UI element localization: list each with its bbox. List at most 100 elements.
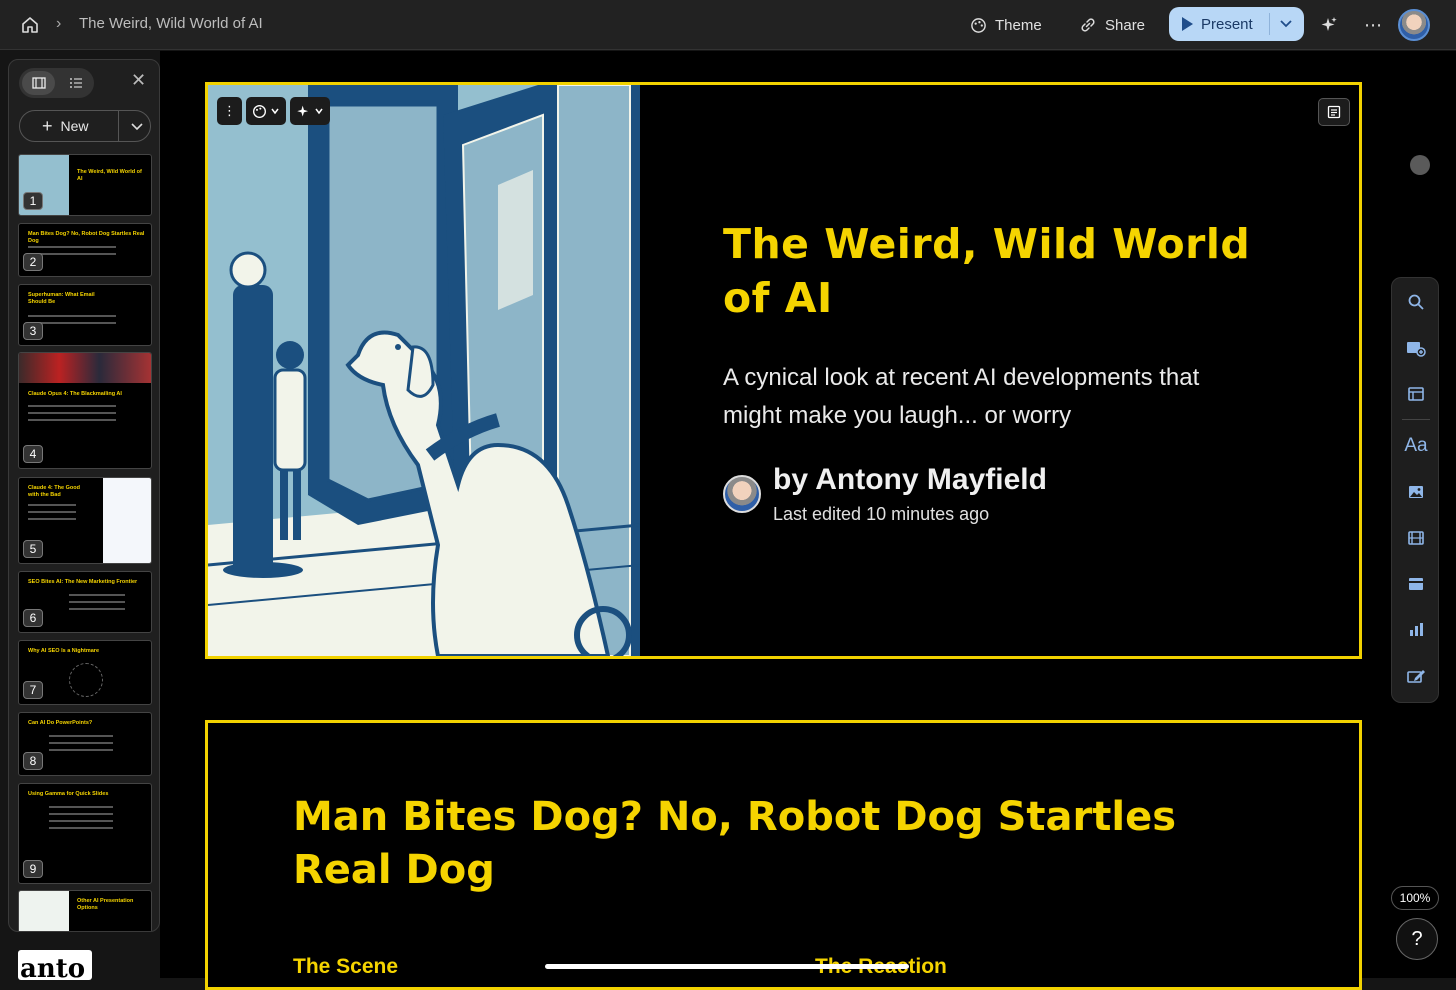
thumbnail-title: Claude Opus 4: The Blackmailing AI (28, 391, 122, 397)
slide-title[interactable]: Man Bites Dog? No, Robot Dog Startles Re… (293, 791, 1253, 897)
thumbnail-image (19, 891, 69, 931)
chevron-down-icon[interactable] (1277, 14, 1295, 32)
close-icon[interactable]: ✕ (131, 70, 146, 91)
view-toggle (19, 68, 94, 98)
play-icon (1182, 17, 1193, 31)
thumbnail-title: Other AI Presentation Options (77, 898, 134, 911)
ai-sparkle-button[interactable] (1320, 12, 1338, 38)
slide-thumbnail-4[interactable]: Claude Opus 4: The Blackmailing AI 4 (18, 352, 152, 469)
embed-icon[interactable] (1404, 572, 1428, 596)
column-heading-scene[interactable]: The Scene (293, 955, 398, 979)
slide-card-2[interactable]: Man Bites Dog? No, Robot Dog Startles Re… (205, 720, 1362, 990)
thumbnail-title: Why AI SEO Is a Nightmare (28, 648, 100, 654)
new-label: New (60, 118, 89, 134)
text-icon[interactable]: Aa (1404, 434, 1428, 458)
thumbnail-title: Claude 4: The Good with the Bad (28, 485, 80, 498)
thumbnail-number: 9 (23, 860, 43, 878)
video-icon[interactable] (1404, 526, 1428, 550)
chevron-down-icon (271, 108, 279, 115)
theme-button[interactable]: Theme (970, 12, 1042, 38)
thumbnail-image (103, 478, 151, 563)
slide-thumbnail-8[interactable]: Can AI Do PowerPoints? 8 (18, 712, 152, 776)
card-notes-icon[interactable] (1318, 98, 1350, 126)
thumbnail-title: Using Gamma for Quick Slides (28, 791, 109, 797)
thumbnail-number: 2 (23, 253, 43, 271)
share-label: Share (1105, 16, 1146, 34)
thumbnail-number: 3 (23, 322, 43, 340)
palette-icon (971, 17, 986, 33)
slide-thumbnail-9[interactable]: Using Gamma for Quick Slides 9 (18, 783, 152, 884)
thumbnail-number: 1 (23, 192, 43, 210)
thumbnail-title: Can AI Do PowerPoints? (28, 720, 93, 726)
slide-thumbnail-5[interactable]: Claude 4: The Good with the Bad 5 (18, 477, 152, 564)
new-divider (118, 111, 119, 141)
present-divider (1269, 13, 1270, 35)
toolbar-divider (1402, 419, 1430, 420)
thumbnail-number: 4 (23, 445, 43, 463)
card-menu-icon[interactable]: ⋮ (217, 97, 242, 125)
more-options-icon[interactable]: ⋯ (1364, 12, 1382, 38)
thumbnail-view-icon[interactable] (22, 71, 55, 95)
chevron-down-icon[interactable] (128, 117, 146, 135)
card-style-button[interactable] (246, 97, 286, 125)
search-icon[interactable] (1404, 290, 1428, 314)
slide-thumbnail-2[interactable]: Man Bites Dog? No, Robot Dog Startles Re… (18, 223, 152, 277)
thumbnail-number: 5 (23, 540, 43, 558)
thumbnail-body (49, 806, 129, 834)
thumbnail-body (28, 504, 88, 525)
thumbnail-number: 7 (23, 681, 43, 699)
layout-icon[interactable] (1404, 382, 1428, 406)
sparkle-icon (1321, 17, 1337, 31)
thumbnail-body (28, 315, 138, 329)
thumbnail-title: Superhuman: What Email Should Be (28, 292, 95, 305)
top-bar: › The Weird, Wild World of AI Theme Shar… (0, 0, 1456, 50)
brand-logo: anto (18, 950, 92, 980)
form-icon[interactable] (1404, 664, 1428, 688)
theme-label: Theme (995, 16, 1042, 34)
slide-card-1[interactable]: ⋮ The Weird, Wild World of AI A cynical … (205, 82, 1362, 659)
thumbnail-body (28, 405, 138, 426)
add-card-icon[interactable] (1404, 336, 1428, 360)
slide-sidebar: ✕ + New The Weird, Wild World of AI 1 Ma… (8, 59, 160, 932)
author-name[interactable]: by Antony Mayfield (773, 463, 1047, 497)
brand-text: anto (20, 954, 86, 980)
slide-illustration (208, 85, 640, 656)
card-toolbar: ⋮ (217, 97, 330, 125)
author-avatar (723, 475, 761, 513)
home-icon[interactable] (18, 13, 42, 37)
scroll-indicator[interactable] (1410, 155, 1430, 175)
thumbnail-body (28, 246, 138, 260)
slide-thumbnail-10[interactable]: Other AI Presentation Options (18, 890, 152, 931)
sparkle-icon (297, 105, 309, 116)
palette-icon (253, 104, 266, 118)
thumbnail-body (69, 594, 139, 615)
slide-subtitle[interactable]: A cynical look at recent AI developments… (723, 359, 1263, 435)
plus-icon: + (42, 115, 53, 136)
new-card-button[interactable]: + New (19, 110, 151, 142)
link-icon (1081, 18, 1095, 32)
thumbnail-title: The Weird, Wild World of AI (77, 169, 142, 182)
thumbnail-number: 8 (23, 752, 43, 770)
thumbnail-title: Man Bites Dog? No, Robot Dog Startles Re… (28, 231, 145, 244)
zoom-level[interactable]: 100% (1391, 886, 1439, 910)
share-button[interactable]: Share (1079, 12, 1145, 38)
thumbnail-body (49, 735, 129, 756)
present-button[interactable]: Present (1169, 7, 1304, 41)
image-icon[interactable] (1404, 480, 1428, 504)
insert-toolbar: Aa (1391, 277, 1439, 703)
chevron-down-icon (315, 108, 323, 115)
slide-thumbnail-3[interactable]: Superhuman: What Email Should Be 3 (18, 284, 152, 346)
breadcrumb-chevron-icon: › (56, 15, 62, 32)
slide-thumbnail-7[interactable]: Why AI SEO Is a Nightmare 7 (18, 640, 152, 705)
slide-thumbnail-6[interactable]: SEO Bites AI: The New Marketing Frontier… (18, 571, 152, 633)
breadcrumb-title[interactable]: The Weird, Wild World of AI (79, 15, 263, 32)
slide-thumbnail-1[interactable]: The Weird, Wild World of AI 1 (18, 154, 152, 216)
card-ai-button[interactable] (290, 97, 330, 125)
list-view-icon[interactable] (59, 71, 92, 95)
help-button[interactable]: ? (1396, 918, 1438, 960)
thumbnail-diagram (69, 663, 103, 697)
last-edited: Last edited 10 minutes ago (773, 504, 990, 524)
user-avatar[interactable] (1398, 9, 1430, 41)
chart-icon[interactable] (1404, 618, 1428, 642)
slide-title[interactable]: The Weird, Wild World of AI (723, 217, 1283, 325)
